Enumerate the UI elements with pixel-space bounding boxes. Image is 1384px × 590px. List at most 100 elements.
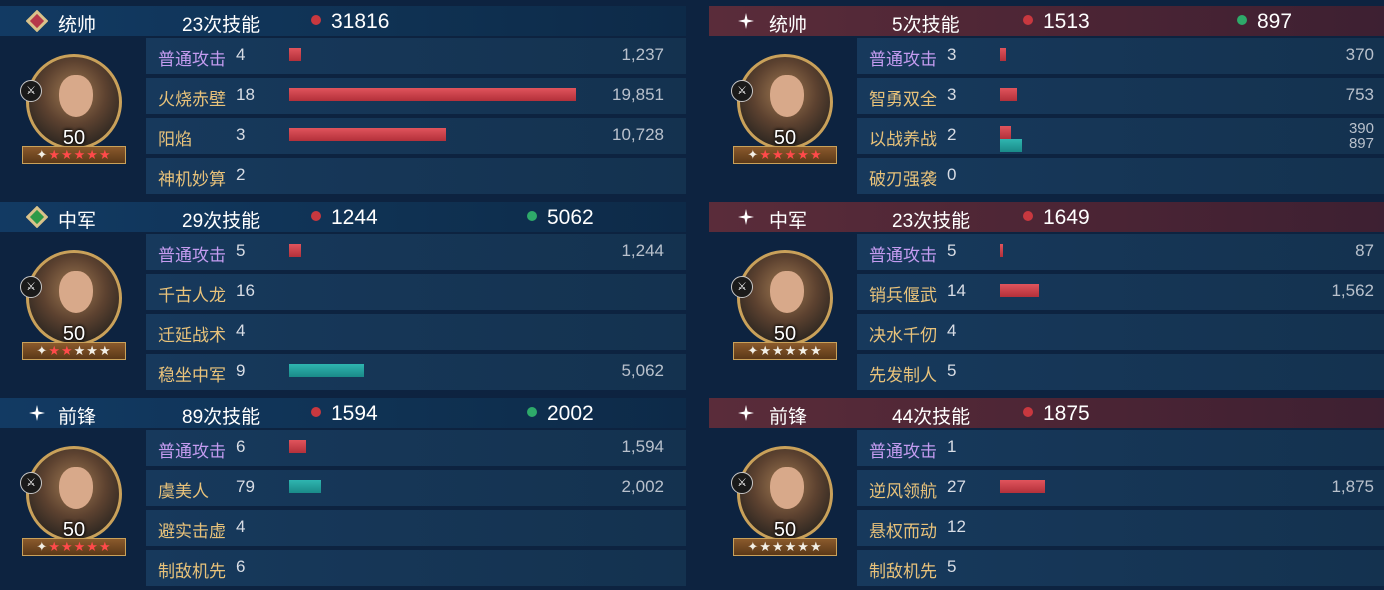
hero-face (770, 75, 804, 117)
stat-value: 5062 (547, 206, 594, 229)
skill-name: 破刃强袭 (869, 170, 937, 189)
skill-name: 决水千仞 (869, 326, 937, 345)
skill-cast-count: 23次技能 (182, 15, 261, 36)
skill-row: 以战养战 2 390 897 (857, 118, 1384, 154)
hero-face (770, 271, 804, 313)
skill-row: 先发制人 5 (857, 354, 1384, 390)
spear-icon: ⚔ (20, 80, 42, 102)
heal-bar (289, 364, 364, 377)
hero-role: 前锋 (58, 407, 97, 428)
skill-rows: 普通攻击 5 87 销兵偃武 14 1,562 决水千仞 4 先发制人 5 (857, 234, 1384, 394)
red-dot-icon (311, 15, 321, 25)
skill-count: 6 (236, 557, 246, 576)
damage-total: 1875 (1023, 402, 1090, 426)
hero-face (59, 75, 93, 117)
damage-value: 1,875 (1331, 477, 1374, 496)
skill-name: 千古人龙 (158, 286, 226, 305)
damage-bar (1000, 126, 1011, 139)
damage-value: 5,062 (621, 361, 664, 380)
skill-count: 2 (947, 125, 957, 144)
hero-header: 中军 23次技能 1649 (709, 202, 1384, 232)
damage-values: 390 897 (1349, 121, 1374, 151)
damage-total: 31816 (311, 10, 389, 34)
spear-icon: ⚔ (731, 472, 753, 494)
heal-value: 897 (1348, 135, 1374, 152)
damage-bar (289, 440, 306, 453)
hero-portrait: 50 (737, 54, 833, 150)
skill-count: 12 (947, 517, 966, 536)
skill-row: 普通攻击 1 (857, 430, 1384, 466)
skill-row: 破刃强袭 0 (857, 158, 1384, 194)
damage-value: 1,562 (1331, 281, 1374, 300)
skill-name: 智勇双全 (869, 90, 937, 109)
damage-total: 1649 (1023, 206, 1090, 230)
shield-icon: ⚔ (731, 276, 753, 298)
hero-block: 中军 23次技能 1649 50 ⚔ ✦★★★★★ 普通攻击 5 87 销兵偃武 14 1,562 决水… (709, 196, 1384, 392)
hero-face (59, 467, 93, 509)
skill-cast-count: 89次技能 (182, 407, 261, 428)
skill-cast-count: 44次技能 (892, 407, 971, 428)
skill-count: 4 (236, 45, 246, 64)
damage-value: 753 (1345, 85, 1374, 104)
skill-count: 0 (947, 165, 957, 184)
damage-value: 2,002 (621, 477, 664, 496)
skill-rows: 普通攻击 1 逆风领航 27 1,875 悬权而动 12 制敌机先 5 (857, 430, 1384, 590)
hero-role: 统帅 (769, 15, 808, 36)
skill-cast-count: 23次技能 (892, 211, 971, 232)
skill-row: 销兵偃武 14 1,562 (857, 274, 1384, 310)
skill-row: 普通攻击 4 1,237 (146, 38, 686, 74)
star-rating: ✦★★★★★ (22, 538, 126, 556)
skill-rows: 普通攻击 4 1,237 火烧赤壁 18 19,851 阳焰 3 10,728 神机妙算 2 (146, 38, 686, 198)
star-rating: ✦★★★★★ (733, 342, 837, 360)
hero-avatar[interactable]: 50 ⚔ ✦★★★★★ (731, 446, 837, 558)
skill-name: 普通攻击 (158, 442, 226, 461)
damage-bar (1000, 244, 1003, 257)
hero-block: 中军 29次技能 1244 5062 50 ⚔ ✦★★★★★ 普通攻击 5 1,244 千古人龙 16… (0, 196, 686, 392)
skill-name: 避实击虚 (158, 522, 226, 541)
skill-name: 悬权而动 (869, 522, 937, 541)
damage-bar (289, 88, 576, 101)
skill-row: 悬权而动 12 (857, 510, 1384, 546)
skill-count: 4 (947, 321, 957, 340)
damage-bar (289, 244, 301, 257)
red-dot-icon (1023, 211, 1033, 221)
skill-cast-count: 5次技能 (892, 15, 960, 36)
hero-avatar[interactable]: 50 ⚔ ✦★★★★★ (20, 250, 126, 362)
skill-row: 火烧赤壁 18 19,851 (146, 78, 686, 114)
star-rating: ✦★★★★★ (22, 146, 126, 164)
hero-avatar[interactable]: 50 ⚔ ✦★★★★★ (731, 54, 837, 166)
spark-icon (735, 206, 757, 228)
skill-row: 决水千仞 4 (857, 314, 1384, 350)
damage-bar (1000, 88, 1017, 101)
damage-value: 87 (1355, 241, 1374, 260)
skill-name: 制敌机先 (158, 562, 226, 581)
skill-row: 虞美人 79 2,002 (146, 470, 686, 506)
skill-count: 5 (947, 361, 957, 380)
shield-icon: ⚔ (731, 80, 753, 102)
skill-row: 普通攻击 3 370 (857, 38, 1384, 74)
hero-avatar[interactable]: 50 ⚔ ✦★★★★★ (731, 250, 837, 362)
spark-icon (735, 402, 757, 424)
left-team-panel: 统帅 23次技能 31816 50 ⚔ ✦★★★★★ 普通攻击 4 1,237 火烧赤壁 18 19,… (0, 0, 686, 586)
hero-block: 统帅 23次技能 31816 50 ⚔ ✦★★★★★ 普通攻击 4 1,237 火烧赤壁 18 19,… (0, 0, 686, 196)
hero-avatar[interactable]: 50 ⚔ ✦★★★★★ (20, 54, 126, 166)
skill-name: 销兵偃武 (869, 286, 937, 305)
hero-avatar[interactable]: 50 ⚔ ✦★★★★★ (20, 446, 126, 558)
heal-total: 5062 (527, 206, 594, 230)
spark-icon (26, 402, 48, 424)
skill-row: 神机妙算 2 (146, 158, 686, 194)
skill-count: 79 (236, 477, 255, 496)
damage-value: 1,244 (621, 241, 664, 260)
skill-count: 27 (947, 477, 966, 496)
skill-name: 以战养战 (869, 130, 937, 149)
skill-count: 18 (236, 85, 255, 104)
skill-row: 普通攻击 5 87 (857, 234, 1384, 270)
damage-total: 1594 (311, 402, 378, 426)
skill-name: 稳坐中军 (158, 366, 226, 385)
skill-cast-count: 29次技能 (182, 211, 261, 232)
skill-count: 1 (947, 437, 957, 456)
damage-value: 390 (1348, 120, 1374, 137)
hero-portrait: 50 (26, 250, 122, 346)
red-dot-icon (1023, 407, 1033, 417)
skill-row: 稳坐中军 9 5,062 (146, 354, 686, 390)
